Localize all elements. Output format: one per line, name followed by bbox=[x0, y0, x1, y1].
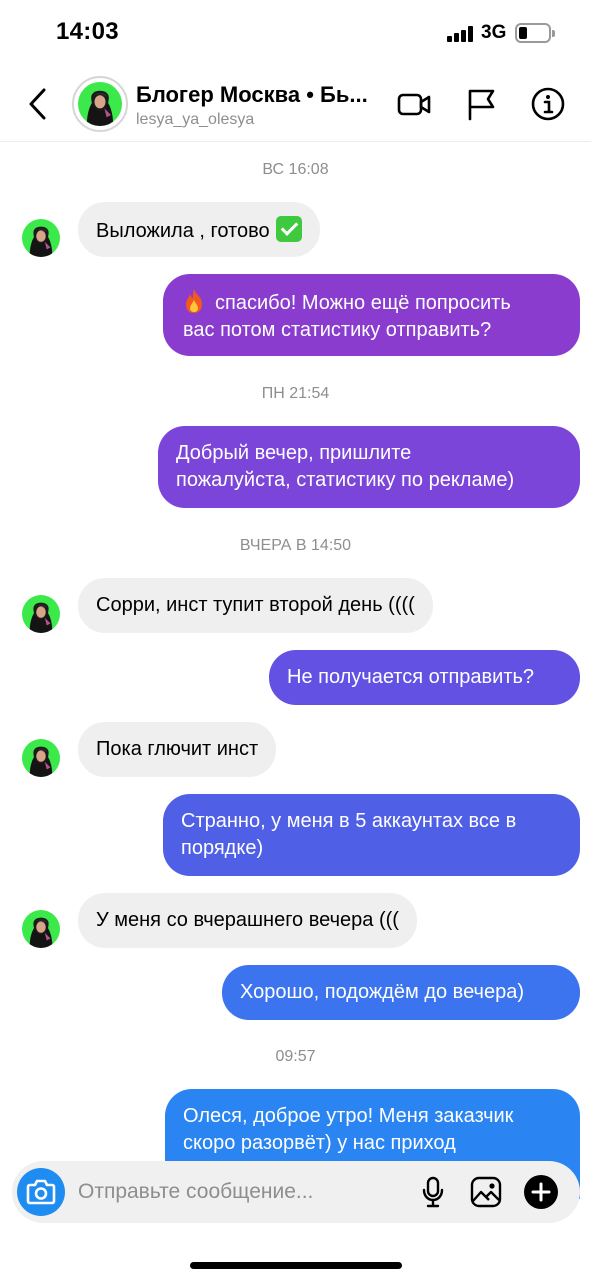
message-bubble-outgoing[interactable]: спасибо! Можно ещё попросить вас потом с… bbox=[163, 274, 580, 356]
voice-message-button[interactable] bbox=[416, 1175, 450, 1209]
message-text: У меня со вчерашнего вечера ((( bbox=[96, 909, 399, 931]
message-text-line: пожалуйста, статистику по рекламе) bbox=[176, 469, 515, 491]
image-icon bbox=[470, 1176, 502, 1208]
battery-icon bbox=[515, 23, 555, 43]
contact-username[interactable]: lesya_ya_olesya bbox=[136, 111, 254, 129]
camera-button[interactable] bbox=[17, 1168, 65, 1216]
timestamp: ВС 16:08 bbox=[262, 161, 329, 178]
message-bubble-incoming[interactable]: Выложила , готово bbox=[78, 202, 320, 257]
message-text-line: Добрый вечер, пришлите bbox=[176, 442, 412, 464]
message-text: Сорри, инст тупит второй день (((( bbox=[96, 594, 415, 616]
message-composer bbox=[12, 1161, 580, 1223]
message-text: Выложила , готово bbox=[96, 220, 270, 242]
back-button[interactable] bbox=[24, 86, 54, 122]
home-indicator[interactable] bbox=[190, 1262, 402, 1269]
message-text-line: спасибо! Можно ещё попросить bbox=[215, 292, 511, 314]
gallery-button[interactable] bbox=[469, 1175, 503, 1209]
message-bubble-outgoing[interactable]: Добрый вечер, пришлите пожалуйста, стати… bbox=[158, 426, 580, 508]
avatar-image bbox=[78, 82, 122, 126]
message-text: Пока глючит инст bbox=[96, 738, 259, 760]
message-input[interactable] bbox=[78, 1178, 398, 1206]
timestamp: ПН 21:54 bbox=[261, 385, 330, 402]
timestamp: 09:57 bbox=[275, 1048, 316, 1065]
info-icon bbox=[531, 87, 565, 121]
contact-avatar-small[interactable] bbox=[22, 595, 60, 633]
fire-icon bbox=[186, 289, 202, 313]
microphone-icon bbox=[422, 1176, 444, 1208]
contact-avatar-small[interactable] bbox=[22, 910, 60, 948]
message-text-line: Странно, у меня в 5 аккаунтах все в bbox=[181, 810, 517, 832]
message-bubble-outgoing[interactable]: Хорошо, подождём до вечера) bbox=[222, 965, 580, 1020]
timestamp: ВЧЕРА В 14:50 bbox=[239, 537, 352, 554]
contact-avatar-small[interactable] bbox=[22, 739, 60, 777]
chat-header: Блогер Москва • Бь... lesya_ya_olesya bbox=[0, 66, 591, 142]
message-bubble-incoming[interactable]: У меня со вчерашнего вечера ((( bbox=[78, 893, 417, 948]
message-text-line: Олеся, доброе утро! Меня заказчик bbox=[183, 1105, 514, 1127]
message-text-line: Не получается отправить? bbox=[287, 666, 535, 688]
more-options-button[interactable] bbox=[524, 1175, 558, 1209]
message-text-line: вас потом статистику отправить? bbox=[183, 319, 492, 341]
plus-icon bbox=[531, 1182, 551, 1202]
status-bar: 14:03 3G bbox=[0, 0, 591, 66]
message-text-line: порядке) bbox=[181, 837, 264, 859]
message-text-line: скоро разорвёт) у нас приход bbox=[183, 1132, 456, 1154]
message-text-line: Хорошо, подождём до вечера) bbox=[240, 981, 524, 1003]
contact-avatar-small[interactable] bbox=[22, 219, 60, 257]
video-call-button[interactable] bbox=[396, 86, 432, 122]
message-bubble-incoming[interactable]: Пока глючит инст bbox=[78, 722, 277, 777]
video-camera-icon bbox=[397, 93, 431, 116]
contact-avatar[interactable] bbox=[72, 76, 128, 132]
report-button[interactable] bbox=[464, 86, 500, 122]
message-bubble-incoming[interactable]: Сорри, инст тупит второй день (((( bbox=[78, 578, 433, 633]
network-type: 3G bbox=[481, 22, 507, 43]
check-mark-icon bbox=[275, 216, 302, 242]
cellular-signal-icon bbox=[447, 26, 473, 42]
chevron-left-icon bbox=[29, 88, 46, 120]
info-button[interactable] bbox=[530, 86, 566, 122]
flag-icon bbox=[468, 89, 495, 121]
message-bubble-outgoing[interactable]: Не получается отправить? bbox=[269, 650, 580, 705]
message-bubble-outgoing[interactable]: Странно, у меня в 5 аккаунтах все в поря… bbox=[163, 794, 580, 876]
status-time: 14:03 bbox=[56, 18, 119, 45]
chat-title[interactable]: Блогер Москва • Бь... bbox=[136, 82, 382, 108]
camera-icon bbox=[26, 1179, 56, 1205]
